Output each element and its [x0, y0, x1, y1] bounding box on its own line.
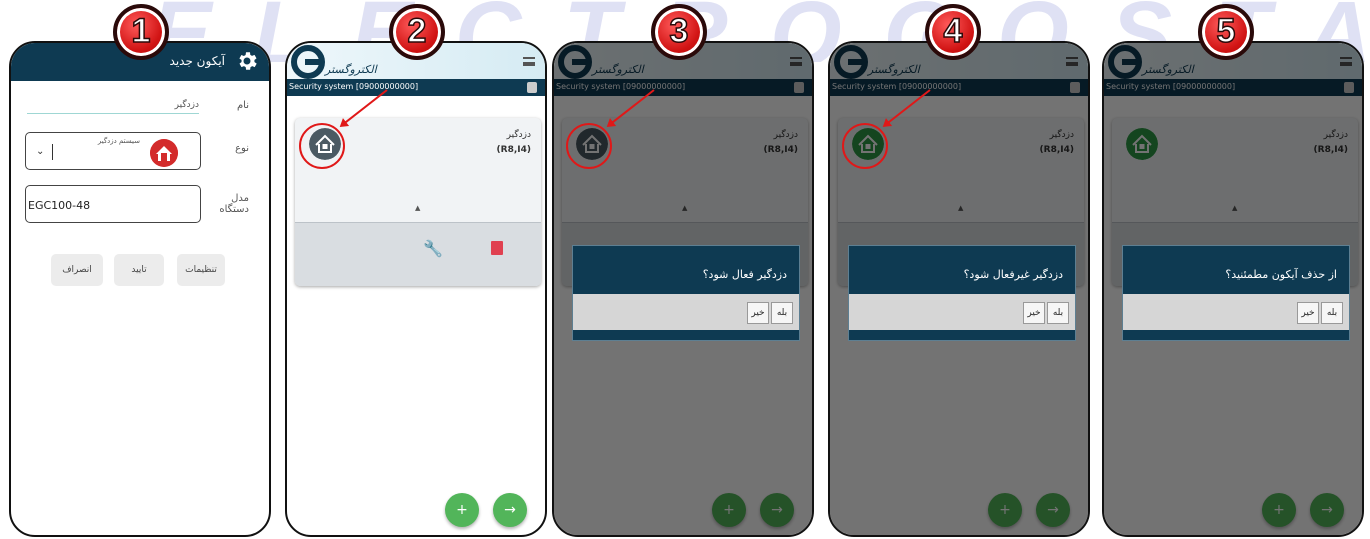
- yes-button[interactable]: بله: [1047, 302, 1069, 324]
- phone-activate-dialog: الکتروگستر Security system [09000000000]…: [552, 41, 814, 537]
- model-input[interactable]: EGC100-48: [25, 185, 201, 223]
- type-select[interactable]: ⌄ سیستم دزدگیر: [25, 132, 201, 170]
- name-underline: [27, 113, 199, 114]
- type-value: سیستم دزدگیر: [97, 137, 140, 145]
- app-logo: الکتروگستر: [291, 45, 379, 79]
- highlight-ring: [842, 123, 888, 169]
- no-button[interactable]: خیر: [747, 302, 769, 324]
- phone-deactivate-dialog: الکتروگستر Security system [09000000000]…: [828, 41, 1090, 537]
- form-title: آیکون جدید: [169, 54, 225, 68]
- deactivate-dialog: دزدگیر غیرفعال شود؟ بله خیر: [848, 245, 1076, 341]
- step-badge-2: 2: [389, 4, 445, 60]
- next-button[interactable]: →: [493, 493, 527, 527]
- model-label: مدل دستگاه: [219, 193, 249, 215]
- dialog-footer: بله خیر: [573, 294, 799, 330]
- model-value: EGC100-48: [28, 199, 91, 212]
- add-button[interactable]: +: [445, 493, 479, 527]
- sim-icon: [527, 82, 537, 93]
- logo-text: الکتروگستر: [323, 63, 379, 76]
- alarm-system-icon: [150, 139, 178, 167]
- dialog-message: دزدگیر فعال شود؟: [702, 268, 787, 281]
- name-field[interactable]: دزدگیر: [175, 100, 199, 110]
- card-name: دزدگیر: [506, 130, 531, 140]
- settings-button[interactable]: تنظیمات: [177, 254, 225, 286]
- no-button[interactable]: خیر: [1023, 302, 1045, 324]
- model-label-line1: مدل: [231, 193, 249, 204]
- phone-icon-list: الکتروگستر Security system [09000000000]…: [285, 41, 547, 537]
- card-code: (R8,I4): [496, 145, 531, 155]
- model-label-line2: دستگاه: [219, 204, 249, 215]
- chevron-down-icon: ⌄: [36, 146, 45, 157]
- no-button[interactable]: خیر: [1297, 302, 1319, 324]
- highlight-ring: [299, 123, 345, 169]
- confirm-button[interactable]: تایید: [114, 254, 164, 286]
- text-cursor: [52, 144, 53, 160]
- status-text: Security system [09000000000]: [289, 82, 419, 91]
- phone-delete-dialog: الکتروگستر Security system [09000000000]…: [1102, 41, 1364, 537]
- dialog-message: از حذف آیکون مطمئنید؟: [1225, 268, 1337, 281]
- yes-button[interactable]: بله: [771, 302, 793, 324]
- yes-button[interactable]: بله: [1321, 302, 1343, 324]
- dialog-message: دزدگیر غیرفعال شود؟: [963, 268, 1063, 281]
- step-badge-5: 5: [1198, 4, 1254, 60]
- chevron-up-icon[interactable]: ▲: [415, 204, 420, 212]
- step-badge-3: 3: [651, 4, 707, 60]
- step-badge-4: 4: [925, 4, 981, 60]
- phone-new-icon-form: آیکون جدید نام دزدگیر نوع ⌄ سیستم دزدگیر…: [9, 41, 271, 537]
- highlight-ring: [566, 123, 612, 169]
- trash-icon[interactable]: [491, 241, 503, 255]
- gear-icon[interactable]: [235, 49, 259, 73]
- card-actions: 🔧: [295, 222, 541, 286]
- dialog-footer: بله خیر: [1123, 294, 1349, 330]
- delete-dialog: از حذف آیکون مطمئنید؟ بله خیر: [1122, 245, 1350, 341]
- activate-dialog: دزدگیر فعال شود؟ بله خیر: [572, 245, 800, 341]
- menu-icon[interactable]: [523, 57, 535, 66]
- type-label: نوع: [235, 143, 249, 154]
- cancel-button[interactable]: انصراف: [51, 254, 103, 286]
- status-bar: Security system [09000000000]: [287, 79, 545, 96]
- dialog-footer: بله خیر: [849, 294, 1075, 330]
- wrench-icon[interactable]: 🔧: [423, 239, 443, 258]
- name-label: نام: [236, 100, 249, 111]
- step-badge-1: 1: [113, 4, 169, 60]
